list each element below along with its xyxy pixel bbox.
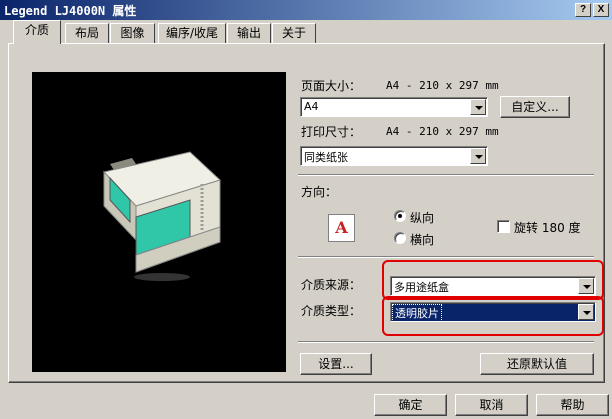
settings-button[interactable]: 设置... [300,353,372,375]
tab-media-label: 介质 [24,23,49,37]
chevron-down-icon[interactable] [470,99,486,115]
print-size-value: A4 - 210 x 297 mm [386,125,499,138]
page-size-dropdown[interactable]: A4 [300,97,488,117]
page-size-selected: A4 [304,100,319,113]
printer-icon [103,151,221,281]
close-title-label: X [597,4,605,15]
print-size-dropdown[interactable]: 同类纸张 [300,146,488,166]
help-button-label: 帮助 [560,398,585,412]
tab-layout-label: 布局 [74,26,99,40]
media-type-label: 介质类型： [301,304,362,318]
tab-image[interactable]: 图像 [110,23,155,43]
rotate-180-label: 旋转 180 度 [514,221,581,235]
custom-size-button[interactable]: 自定义... [500,96,570,118]
divider [298,256,594,258]
cancel-button-label: 取消 [479,398,504,412]
divider [298,341,594,343]
tab-media[interactable]: 介质 [13,20,61,44]
print-size-selected: 同类纸张 [304,151,348,164]
ok-button[interactable]: 确定 [374,394,447,416]
close-title-button[interactable]: X [593,3,609,17]
printer-preview [32,72,286,372]
restore-defaults-label: 还原默认值 [506,357,567,371]
settings-button-label: 设置... [318,357,354,371]
tab-finishing-label: 编序/收尾 [165,26,219,40]
tab-image-label: 图像 [120,26,145,40]
orientation-icon-letter: A [335,218,348,237]
chevron-down-icon[interactable] [470,148,486,164]
tab-about-label: 关于 [281,26,306,40]
ok-button-label: 确定 [398,398,423,412]
media-source-label: 介质来源： [301,278,362,292]
window-title: Legend LJ4000N 属性 [4,4,137,18]
page-size-label: 页面大小： [301,79,362,93]
orientation-preview-icon: A [328,214,355,242]
tab-output[interactable]: 输出 [227,23,271,43]
custom-size-button-label: 自定义... [511,100,559,114]
help-button[interactable]: 帮助 [536,394,609,416]
properties-dialog: Legend LJ4000N 属性 ? X 介质 布局 图像 编序/收尾 输出 … [0,0,612,419]
highlight-media-type [382,296,604,336]
restore-defaults-button[interactable]: 还原默认值 [480,353,594,375]
help-title-button[interactable]: ? [575,3,591,17]
page-size-value: A4 - 210 x 297 mm [386,79,499,92]
portrait-radio[interactable] [394,210,406,222]
highlight-media-source [382,260,604,300]
landscape-radio[interactable] [394,232,406,244]
cancel-button[interactable]: 取消 [455,394,528,416]
orientation-label: 方向： [301,185,338,199]
title-bar[interactable]: Legend LJ4000N 属性 ? X [0,0,612,20]
portrait-label: 纵向 [410,211,435,225]
rotate-180-checkbox[interactable] [497,220,510,233]
help-title-label: ? [579,4,587,15]
tab-output-label: 输出 [236,26,261,40]
tab-finishing[interactable]: 编序/收尾 [158,23,226,43]
divider [298,174,594,176]
tab-layout[interactable]: 布局 [65,23,109,43]
tab-about[interactable]: 关于 [272,23,316,43]
print-size-label: 打印尺寸： [301,125,362,139]
landscape-label: 横向 [410,233,435,247]
